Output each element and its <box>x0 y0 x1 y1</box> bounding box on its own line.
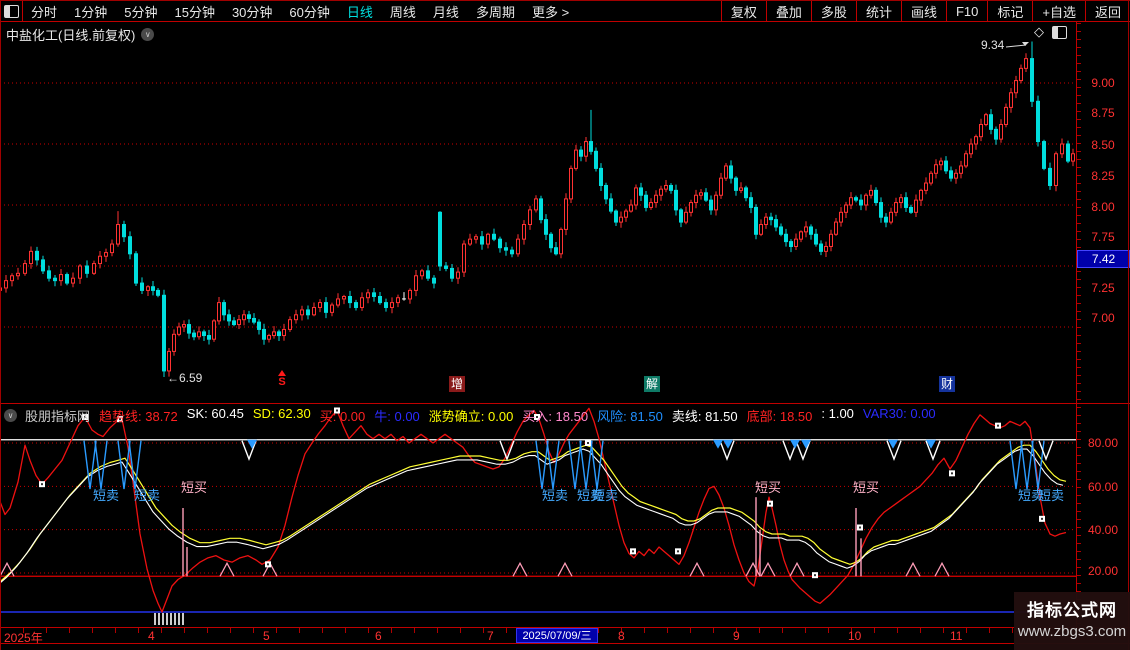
tab-5分钟[interactable]: 5分钟 <box>124 2 157 21</box>
selected-date-badge: 2025/07/09/三 <box>516 628 598 643</box>
toolbar-button-叠加[interactable]: 叠加 <box>765 1 811 21</box>
indicator-axis-label: 60.00 <box>1087 480 1119 494</box>
toolbar-button-画线[interactable]: 画线 <box>900 1 946 21</box>
top-toolbar: 分时 1分钟 5分钟 15分钟 30分钟 60分钟 日线 周线 月线 多周期 更多 > 复权 叠加 多股… <box>0 0 1130 22</box>
tab-更多 >[interactable]: 更多 > <box>532 2 569 21</box>
month-label-11: 11 <box>950 629 963 643</box>
short-buy-label: 短买 <box>181 480 208 495</box>
indicator-value: SK: 60.45 <box>186 406 244 421</box>
sell-marker-letter: S <box>278 376 286 388</box>
indicator-header: ∨ 股朋指标网 趋势线: 38.72 SK: 60.45 SD: 62.30 买: 0.… <box>4 406 936 425</box>
indicator-value: SD: 62.30 <box>252 406 311 421</box>
short-sell-label: 短卖 <box>1038 488 1065 503</box>
month-label-6: 6 <box>375 629 382 643</box>
indicator-value: 买: 0.00 <box>319 409 366 424</box>
watermark-url: www.zbgs3.com <box>1017 623 1127 640</box>
toolbar-button-F10[interactable]: F10 <box>945 1 987 21</box>
chart-title: 中盐化工(日线.前复权) <box>6 28 136 43</box>
short-buy-label: 短买 <box>755 480 782 495</box>
toolbar-button-复权[interactable]: 复权 <box>720 1 766 21</box>
main-chart-layer <box>0 41 1076 378</box>
price-label: 9.00 <box>1091 76 1115 90</box>
date-axis[interactable]: 2025年 4 5 6 7 8 9 10 11 2025/07/09/三 <box>0 628 1130 645</box>
price-label: 7.75 <box>1091 230 1115 244</box>
toolbar-button-多股[interactable]: 多股 <box>810 1 856 21</box>
indicator-axis-label: 80.00 <box>1087 436 1119 450</box>
tab-日线[interactable]: 日线 <box>347 2 373 21</box>
indicator-values: 股朋指标网 趋势线: 38.72 SK: 60.45 SD: 62.30 买: 0.00… <box>25 406 936 425</box>
sell-point-marker: S <box>278 370 286 388</box>
short-sell-label: 短卖 <box>592 488 619 503</box>
price-label: 8.75 <box>1091 106 1115 120</box>
short-sell-label: 短卖 <box>542 488 569 503</box>
event-tag-增: 增 <box>449 376 465 392</box>
price-label: 7.25 <box>1091 281 1115 295</box>
indicator-value: : 1.00 <box>821 406 854 421</box>
toolbar-action-bar: 复权 叠加 多股 统计 画线 F10 标记 +自选 返回 <box>720 1 1130 21</box>
low-price-annotation: ←6.59 <box>167 371 203 385</box>
month-label-8: 8 <box>618 629 625 643</box>
current-price-badge: 7.42 <box>1077 250 1130 268</box>
indicator-value: VAR30: 0.00 <box>862 406 936 421</box>
chart-title-row: 中盐化工(日线.前复权) ∨ <box>6 25 155 44</box>
indicator-value: 股朋指标网 <box>25 409 91 424</box>
period-tab-bar: 分时 1分钟 5分钟 15分钟 30分钟 60分钟 日线 周线 月线 多周期 更多 > <box>23 2 721 21</box>
price-label: 8.50 <box>1091 138 1115 152</box>
short-sell-label: 短卖 <box>134 488 161 503</box>
month-label-7: 7 <box>487 629 494 643</box>
pane-separator[interactable] <box>0 403 1130 404</box>
trading-app-window: 分时 1分钟 5分钟 15分钟 30分钟 60分钟 日线 周线 月线 多周期 更多 > 复权 叠加 多股… <box>0 0 1130 650</box>
panel-layout-icon[interactable] <box>1052 25 1067 39</box>
toolbar-button-统计[interactable]: 统计 <box>855 1 901 21</box>
indicator-value: 底部: 18.50 <box>746 409 813 424</box>
chart-corner-tools: ◇ <box>1034 24 1067 40</box>
tab-1分钟[interactable]: 1分钟 <box>74 2 107 21</box>
event-tag-财: 财 <box>939 376 955 392</box>
month-label-4: 4 <box>148 629 155 643</box>
indicator-axis-label: 40.00 <box>1087 523 1119 537</box>
indicator-value: 风险: 81.50 <box>597 409 663 424</box>
diamond-marker-icon[interactable]: ◇ <box>1034 24 1044 40</box>
toolbar-button-返回[interactable]: 返回 <box>1084 1 1130 21</box>
tab-分时[interactable]: 分时 <box>31 2 57 21</box>
indicator-value: 涨势确立: 0.00 <box>428 409 514 424</box>
tab-60分钟[interactable]: 60分钟 <box>289 2 329 21</box>
indicator-value: 卖线: 81.50 <box>671 409 738 424</box>
high-price-annotation: 9.34 <box>981 38 1005 52</box>
collapse-pane-icon[interactable]: ∨ <box>4 409 17 422</box>
tab-多周期[interactable]: 多周期 <box>476 2 515 21</box>
short-buy-label: 短买 <box>853 480 880 495</box>
watermark-site-name: 指标公式网 <box>1027 601 1117 620</box>
chart-canvas[interactable] <box>0 0 1130 650</box>
price-label: 8.00 <box>1091 200 1115 214</box>
year-label: 2025年 <box>4 631 43 645</box>
price-label: 7.00 <box>1091 311 1115 325</box>
indicator-layer <box>0 407 1076 626</box>
indicator-value: 牛: 0.00 <box>374 409 420 424</box>
tab-30分钟[interactable]: 30分钟 <box>232 2 272 21</box>
panel-layout-icon <box>3 4 19 18</box>
toolbar-button-+自选[interactable]: +自选 <box>1032 1 1085 21</box>
toolbar-button-标记[interactable]: 标记 <box>987 1 1032 21</box>
indicator-axis-label: 20.00 <box>1087 564 1119 578</box>
month-label-5: 5 <box>263 629 270 643</box>
window-border-right <box>1128 0 1129 650</box>
layout-toggle-button[interactable] <box>0 1 23 21</box>
indicator-value: 买入: 18.50 <box>522 409 589 424</box>
chevron-down-icon[interactable]: ∨ <box>141 28 155 41</box>
watermark: 指标公式网 www.zbgs3.com <box>1014 592 1130 650</box>
month-label-10: 10 <box>848 629 862 643</box>
price-label: 8.25 <box>1091 169 1115 183</box>
short-sell-label: 短卖 <box>93 488 120 503</box>
month-label-9: 9 <box>733 629 740 643</box>
tab-月线[interactable]: 月线 <box>433 2 459 21</box>
tab-15分钟[interactable]: 15分钟 <box>174 2 214 21</box>
indicator-value: 趋势线: 38.72 <box>99 409 178 424</box>
event-tag-解: 解 <box>644 376 660 392</box>
window-border-left <box>0 0 1 650</box>
tab-周线[interactable]: 周线 <box>390 2 416 21</box>
